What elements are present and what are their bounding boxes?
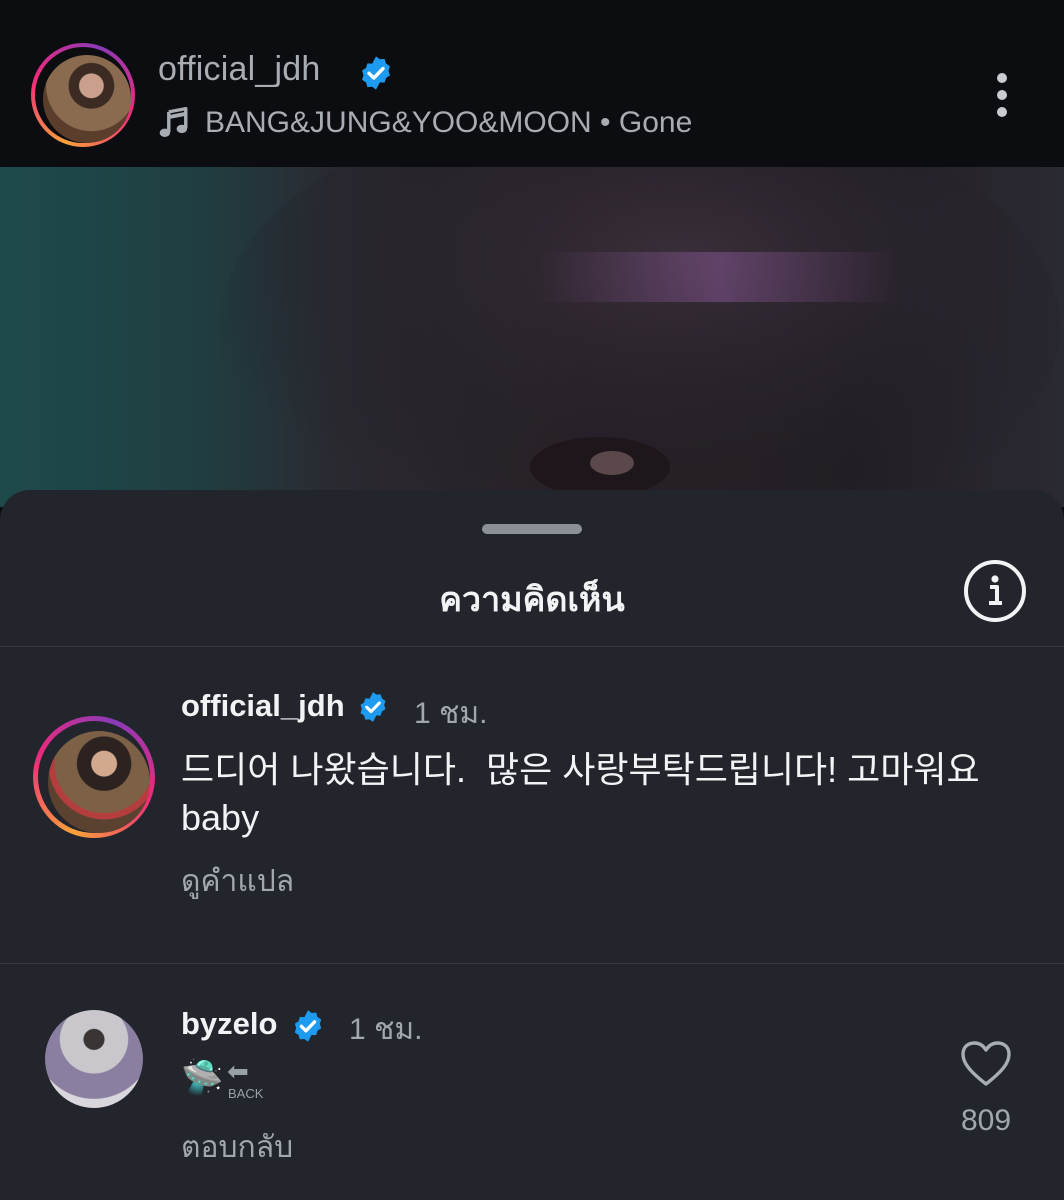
comment-avatar[interactable] bbox=[33, 716, 155, 838]
avatar-image bbox=[48, 731, 150, 833]
ufo-emoji: 🛸 bbox=[181, 1059, 224, 1097]
divider bbox=[0, 646, 1064, 647]
like-count: 809 bbox=[960, 1104, 1012, 1137]
comment-timestamp: 1 ชม. bbox=[414, 697, 488, 730]
reel-video[interactable] bbox=[0, 167, 1064, 507]
comment-emoji: 🛸 ⬅ BACK bbox=[181, 1056, 271, 1104]
comment-timestamp: 1 ชม. bbox=[349, 1013, 423, 1046]
reply-link[interactable]: ตอบกลับ bbox=[181, 1124, 293, 1171]
more-vertical-icon[interactable] bbox=[982, 70, 1022, 120]
comment-username[interactable]: official_jdh bbox=[181, 688, 345, 724]
back-emoji-label: BACK bbox=[228, 1086, 264, 1101]
info-icon[interactable] bbox=[963, 559, 1027, 623]
divider bbox=[0, 963, 1064, 964]
verified-badge-icon bbox=[294, 1010, 322, 1042]
see-translation-link[interactable]: ดูคำแปล bbox=[181, 858, 294, 905]
music-note-icon bbox=[159, 106, 188, 137]
header-avatar[interactable] bbox=[31, 43, 135, 147]
sheet-title: ความคิดเห็น bbox=[439, 581, 625, 619]
heart-icon[interactable] bbox=[960, 1040, 1012, 1088]
comment-avatar[interactable] bbox=[45, 1010, 143, 1108]
comments-sheet: ความคิดเห็น official_jdh 1 ชม. 드디어 나왔습니다… bbox=[0, 490, 1064, 1200]
back-arrow-emoji: ⬅ bbox=[227, 1056, 249, 1086]
reel-comments-screen: official_jdh BANG&JUNG&YOO&MOON • Gone ค… bbox=[0, 0, 1064, 1200]
reel-header: official_jdh BANG&JUNG&YOO&MOON • Gone bbox=[0, 0, 1064, 167]
verified-badge-icon bbox=[362, 56, 390, 90]
header-username[interactable]: official_jdh bbox=[158, 50, 320, 89]
verified-badge-icon bbox=[360, 692, 386, 722]
avatar-image bbox=[43, 55, 131, 143]
drag-handle[interactable] bbox=[482, 524, 582, 534]
video-frame-image bbox=[220, 167, 1064, 507]
comment-username[interactable]: byzelo bbox=[181, 1006, 277, 1042]
comment-text: 드디어 나왔습니다. 많은 사랑부탁드립니다! 고마워요 baby bbox=[181, 749, 980, 838]
song-info[interactable]: BANG&JUNG&YOO&MOON • Gone bbox=[205, 106, 692, 140]
